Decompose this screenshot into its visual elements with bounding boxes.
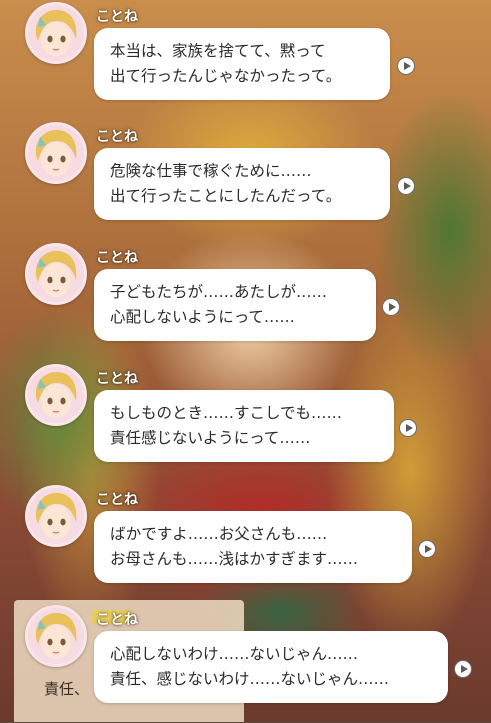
speaker-name: ことね bbox=[96, 129, 138, 145]
speaker-name: ことね bbox=[96, 250, 138, 266]
message-line: 責任、感じないわけ……ないじゃん…… bbox=[110, 670, 390, 688]
message-line: 責任感じないようにって…… bbox=[110, 429, 311, 447]
kotone-avatar bbox=[25, 2, 87, 64]
speaker-name: ことね bbox=[96, 371, 138, 387]
voice-play-icon[interactable] bbox=[382, 298, 400, 316]
log-entry: ことね 心配しないわけ……ないじゃん…… 責任、感じないわけ……ないじゃん…… bbox=[0, 603, 491, 723]
message-bubble: もしものとき……すこしでも…… 責任感じないようにって…… bbox=[94, 390, 394, 462]
message-bubble: 心配しないわけ……ないじゃん…… 責任、感じないわけ……ないじゃん…… bbox=[94, 631, 448, 703]
voice-play-icon[interactable] bbox=[397, 177, 415, 195]
message-line: 本当は、家族を捨てて、黙って bbox=[110, 42, 326, 60]
message-line: 出て行ったんじゃなかったって。 bbox=[110, 67, 342, 85]
message-line: 心配しないわけ……ないじゃん…… bbox=[110, 645, 359, 663]
kotone-avatar bbox=[25, 485, 87, 547]
speaker-name: ことね bbox=[96, 612, 138, 628]
speaker-name: ことね bbox=[96, 492, 138, 508]
speaker-name: ことね bbox=[96, 9, 138, 25]
log-entry: ことね ばかですよ……お父さんも…… お母さんも……浅はかすぎます…… bbox=[0, 483, 491, 603]
kotone-avatar bbox=[25, 122, 87, 184]
kotone-avatar bbox=[25, 364, 87, 426]
message-line: 出て行ったことにしたんだって。 bbox=[110, 187, 342, 205]
voice-play-icon[interactable] bbox=[399, 419, 417, 437]
message-bubble: ばかですよ……お父さんも…… お母さんも……浅はかすぎます…… bbox=[94, 511, 412, 583]
voice-play-icon[interactable] bbox=[418, 540, 436, 558]
message-line: もしものとき……すこしでも…… bbox=[110, 404, 343, 422]
message-line: 危険な仕事で稼ぐために…… bbox=[110, 162, 312, 180]
voice-play-icon[interactable] bbox=[454, 660, 472, 678]
message-line: お母さんも……浅はかすぎます…… bbox=[110, 550, 359, 568]
voice-play-icon[interactable] bbox=[397, 57, 415, 75]
log-entry: ことね 本当は、家族を捨てて、黙って 出て行ったんじゃなかったって。 bbox=[0, 0, 491, 120]
log-entry: ことね もしものとき……すこしでも…… 責任感じないようにって…… bbox=[0, 362, 491, 482]
message-bubble: 本当は、家族を捨てて、黙って 出て行ったんじゃなかったって。 bbox=[94, 28, 390, 100]
message-bubble: 危険な仕事で稼ぐために…… 出て行ったことにしたんだって。 bbox=[94, 148, 390, 220]
log-entry: ことね 子どもたちが……あたしが…… 心配しないようにって…… bbox=[0, 241, 491, 361]
message-line: 子どもたちが……あたしが…… bbox=[110, 283, 328, 301]
log-entry: ことね 危険な仕事で稼ぐために…… 出て行ったことにしたんだって。 bbox=[0, 120, 491, 240]
message-line: ばかですよ……お父さんも…… bbox=[110, 525, 328, 543]
kotone-avatar bbox=[25, 605, 87, 667]
kotone-avatar bbox=[25, 243, 87, 305]
message-line: 心配しないようにって…… bbox=[110, 308, 295, 326]
message-bubble: 子どもたちが……あたしが…… 心配しないようにって…… bbox=[94, 269, 376, 341]
